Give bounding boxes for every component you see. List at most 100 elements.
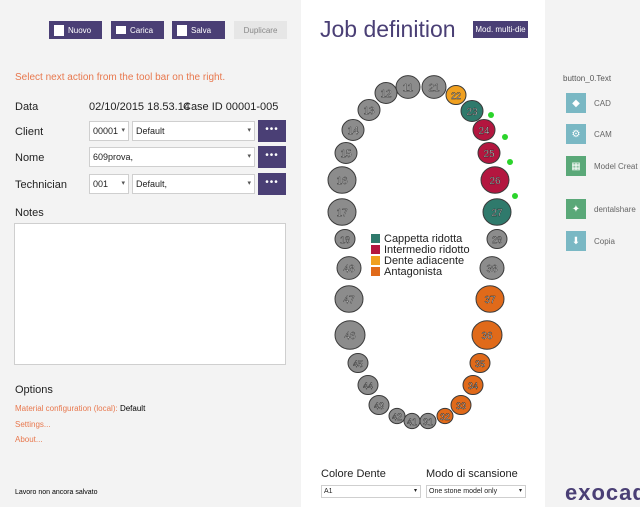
tooth-14[interactable]: 14 [341, 119, 365, 141]
tooth-number: 36 [481, 331, 493, 342]
tooth-number: 31 [423, 417, 433, 427]
technician-code-select[interactable]: 001 ▾ [89, 174, 129, 194]
tooth-28[interactable]: 28 [486, 229, 508, 249]
tooth-17[interactable]: 17 [327, 198, 357, 226]
tooth-21[interactable]: 21 [421, 75, 447, 99]
carica-button[interactable]: Carica [111, 21, 164, 39]
nome-select[interactable]: 609prova, ▾ [89, 147, 255, 167]
technician-label: Technician [15, 179, 67, 191]
status-text: Lavoro non ancora salvato [15, 489, 98, 496]
mod-multi-die-button[interactable]: Mod. multi-die [473, 21, 528, 38]
client-name-select[interactable]: Default ▾ [132, 121, 255, 141]
copy-icon: ⬇ [566, 231, 586, 251]
model-creator-button[interactable]: ▦ Model Creat [566, 156, 638, 176]
tooth-number: 28 [492, 235, 502, 245]
technician-name-select[interactable]: Default, ▾ [132, 174, 255, 194]
tooth-number: 32 [440, 412, 450, 422]
tooth-48[interactable]: 48 [336, 256, 362, 280]
save-icon [177, 24, 187, 36]
nome-more-button[interactable]: ••• [258, 146, 286, 168]
cad-icon: ◆ [566, 93, 586, 113]
settings-link[interactable]: Settings... [15, 420, 51, 429]
tooth-number: 34 [468, 381, 478, 391]
options-title: Options [15, 384, 53, 396]
dropdown-arrow-icon: ▾ [121, 180, 125, 187]
modo-select[interactable]: One stone model only ▾ [426, 485, 526, 498]
tooth-number: 33 [456, 401, 466, 411]
tooth-18[interactable]: 18 [334, 229, 356, 249]
tooth-11[interactable]: 11 [395, 75, 421, 99]
tooth-45[interactable]: 45 [347, 353, 369, 373]
tooth-25[interactable]: 25 [477, 142, 501, 164]
about-link[interactable]: About... [15, 435, 43, 444]
tooth-chart[interactable]: 11 12 13 14 15 16 17 18 21 22 2324 25 26 27 28 31 32 3334… [301, 70, 545, 435]
tooth-number: 44 [363, 381, 373, 391]
model-creator-icon: ▦ [566, 156, 586, 176]
tooth-number: 18 [340, 235, 350, 245]
tooth-number: 23 [466, 107, 478, 118]
colore-select[interactable]: A1 ▾ [321, 485, 421, 498]
legend-swatch [371, 245, 380, 254]
legend-swatch [371, 256, 380, 265]
dropdown-arrow-icon: ▾ [413, 488, 417, 494]
tooth-27[interactable]: 27 [482, 198, 512, 226]
tooth-number: 35 [475, 359, 485, 369]
tooth-37[interactable]: 37 [475, 285, 505, 313]
notes-textarea[interactable] [14, 223, 286, 365]
selection-dot [488, 112, 494, 118]
tooth-number: 21 [428, 83, 440, 94]
tooth-13[interactable]: 13 [357, 99, 381, 121]
new-file-icon [54, 24, 64, 36]
tooth-43[interactable]: 43 [368, 395, 390, 415]
tooth-15[interactable]: 15 [334, 142, 358, 164]
tooth-12[interactable]: 12 [374, 82, 398, 104]
tooth-32[interactable]: 32 [436, 407, 454, 425]
tooth-number: 26 [489, 176, 501, 187]
tooth-41[interactable]: 41 [403, 412, 421, 430]
tooth-number: 22 [451, 91, 461, 101]
right-header: button_0.Text [563, 74, 612, 83]
nome-label: Nome [15, 152, 45, 164]
selection-dot [512, 193, 518, 199]
tooth-47[interactable]: 47 [334, 285, 364, 313]
tooth-34[interactable]: 34 [462, 375, 484, 395]
tooth-number: 43 [374, 401, 384, 411]
tooth-36[interactable]: 36 [471, 320, 503, 350]
tooth-26[interactable]: 26 [480, 166, 510, 194]
tooth-22[interactable]: 22 [445, 85, 467, 105]
tooth-24[interactable]: 24 [472, 119, 496, 141]
technician-more-button[interactable]: ••• [258, 173, 286, 195]
selection-dot [502, 134, 508, 140]
tooth-44[interactable]: 44 [357, 375, 379, 395]
folder-icon [116, 26, 126, 34]
tooth-31[interactable]: 31 [419, 412, 437, 430]
tooth-number: 46 [344, 331, 356, 342]
dropdown-arrow-icon: ▾ [518, 488, 522, 494]
client-code-select[interactable]: 00001 ▾ [89, 121, 129, 141]
cam-icon: ⚙ [566, 124, 586, 144]
cam-button[interactable]: ⚙ CAM [566, 124, 612, 144]
tooth-33[interactable]: 33 [450, 395, 472, 415]
tooth-number: 16 [336, 176, 348, 187]
legend-label: Antagonista [384, 266, 443, 278]
colore-label: Colore Dente [321, 468, 386, 480]
tooth-23[interactable]: 23 [460, 100, 484, 122]
client-label: Client [15, 126, 44, 138]
dropdown-arrow-icon: ▾ [247, 180, 251, 187]
tooth-number: 45 [353, 359, 363, 369]
dentalshare-button[interactable]: ✦ dentalshare [566, 199, 636, 219]
tooth-16[interactable]: 16 [327, 166, 357, 194]
tooth-42[interactable]: 42 [388, 407, 406, 425]
dropdown-arrow-icon: ▾ [247, 153, 251, 160]
duplicare-button[interactable]: Duplicare [234, 21, 287, 39]
cad-button[interactable]: ◆ CAD [566, 93, 611, 113]
tooth-number: 14 [347, 126, 359, 137]
copia-button[interactable]: ⬇ Copia [566, 231, 615, 251]
salva-button[interactable]: Salva [172, 21, 225, 39]
nuovo-button[interactable]: Nuovo [49, 21, 102, 39]
tooth-number: 42 [392, 412, 402, 422]
tooth-46[interactable]: 46 [334, 320, 366, 350]
client-more-button[interactable]: ••• [258, 120, 286, 142]
tooth-38[interactable]: 38 [479, 256, 505, 280]
tooth-35[interactable]: 35 [469, 353, 491, 373]
